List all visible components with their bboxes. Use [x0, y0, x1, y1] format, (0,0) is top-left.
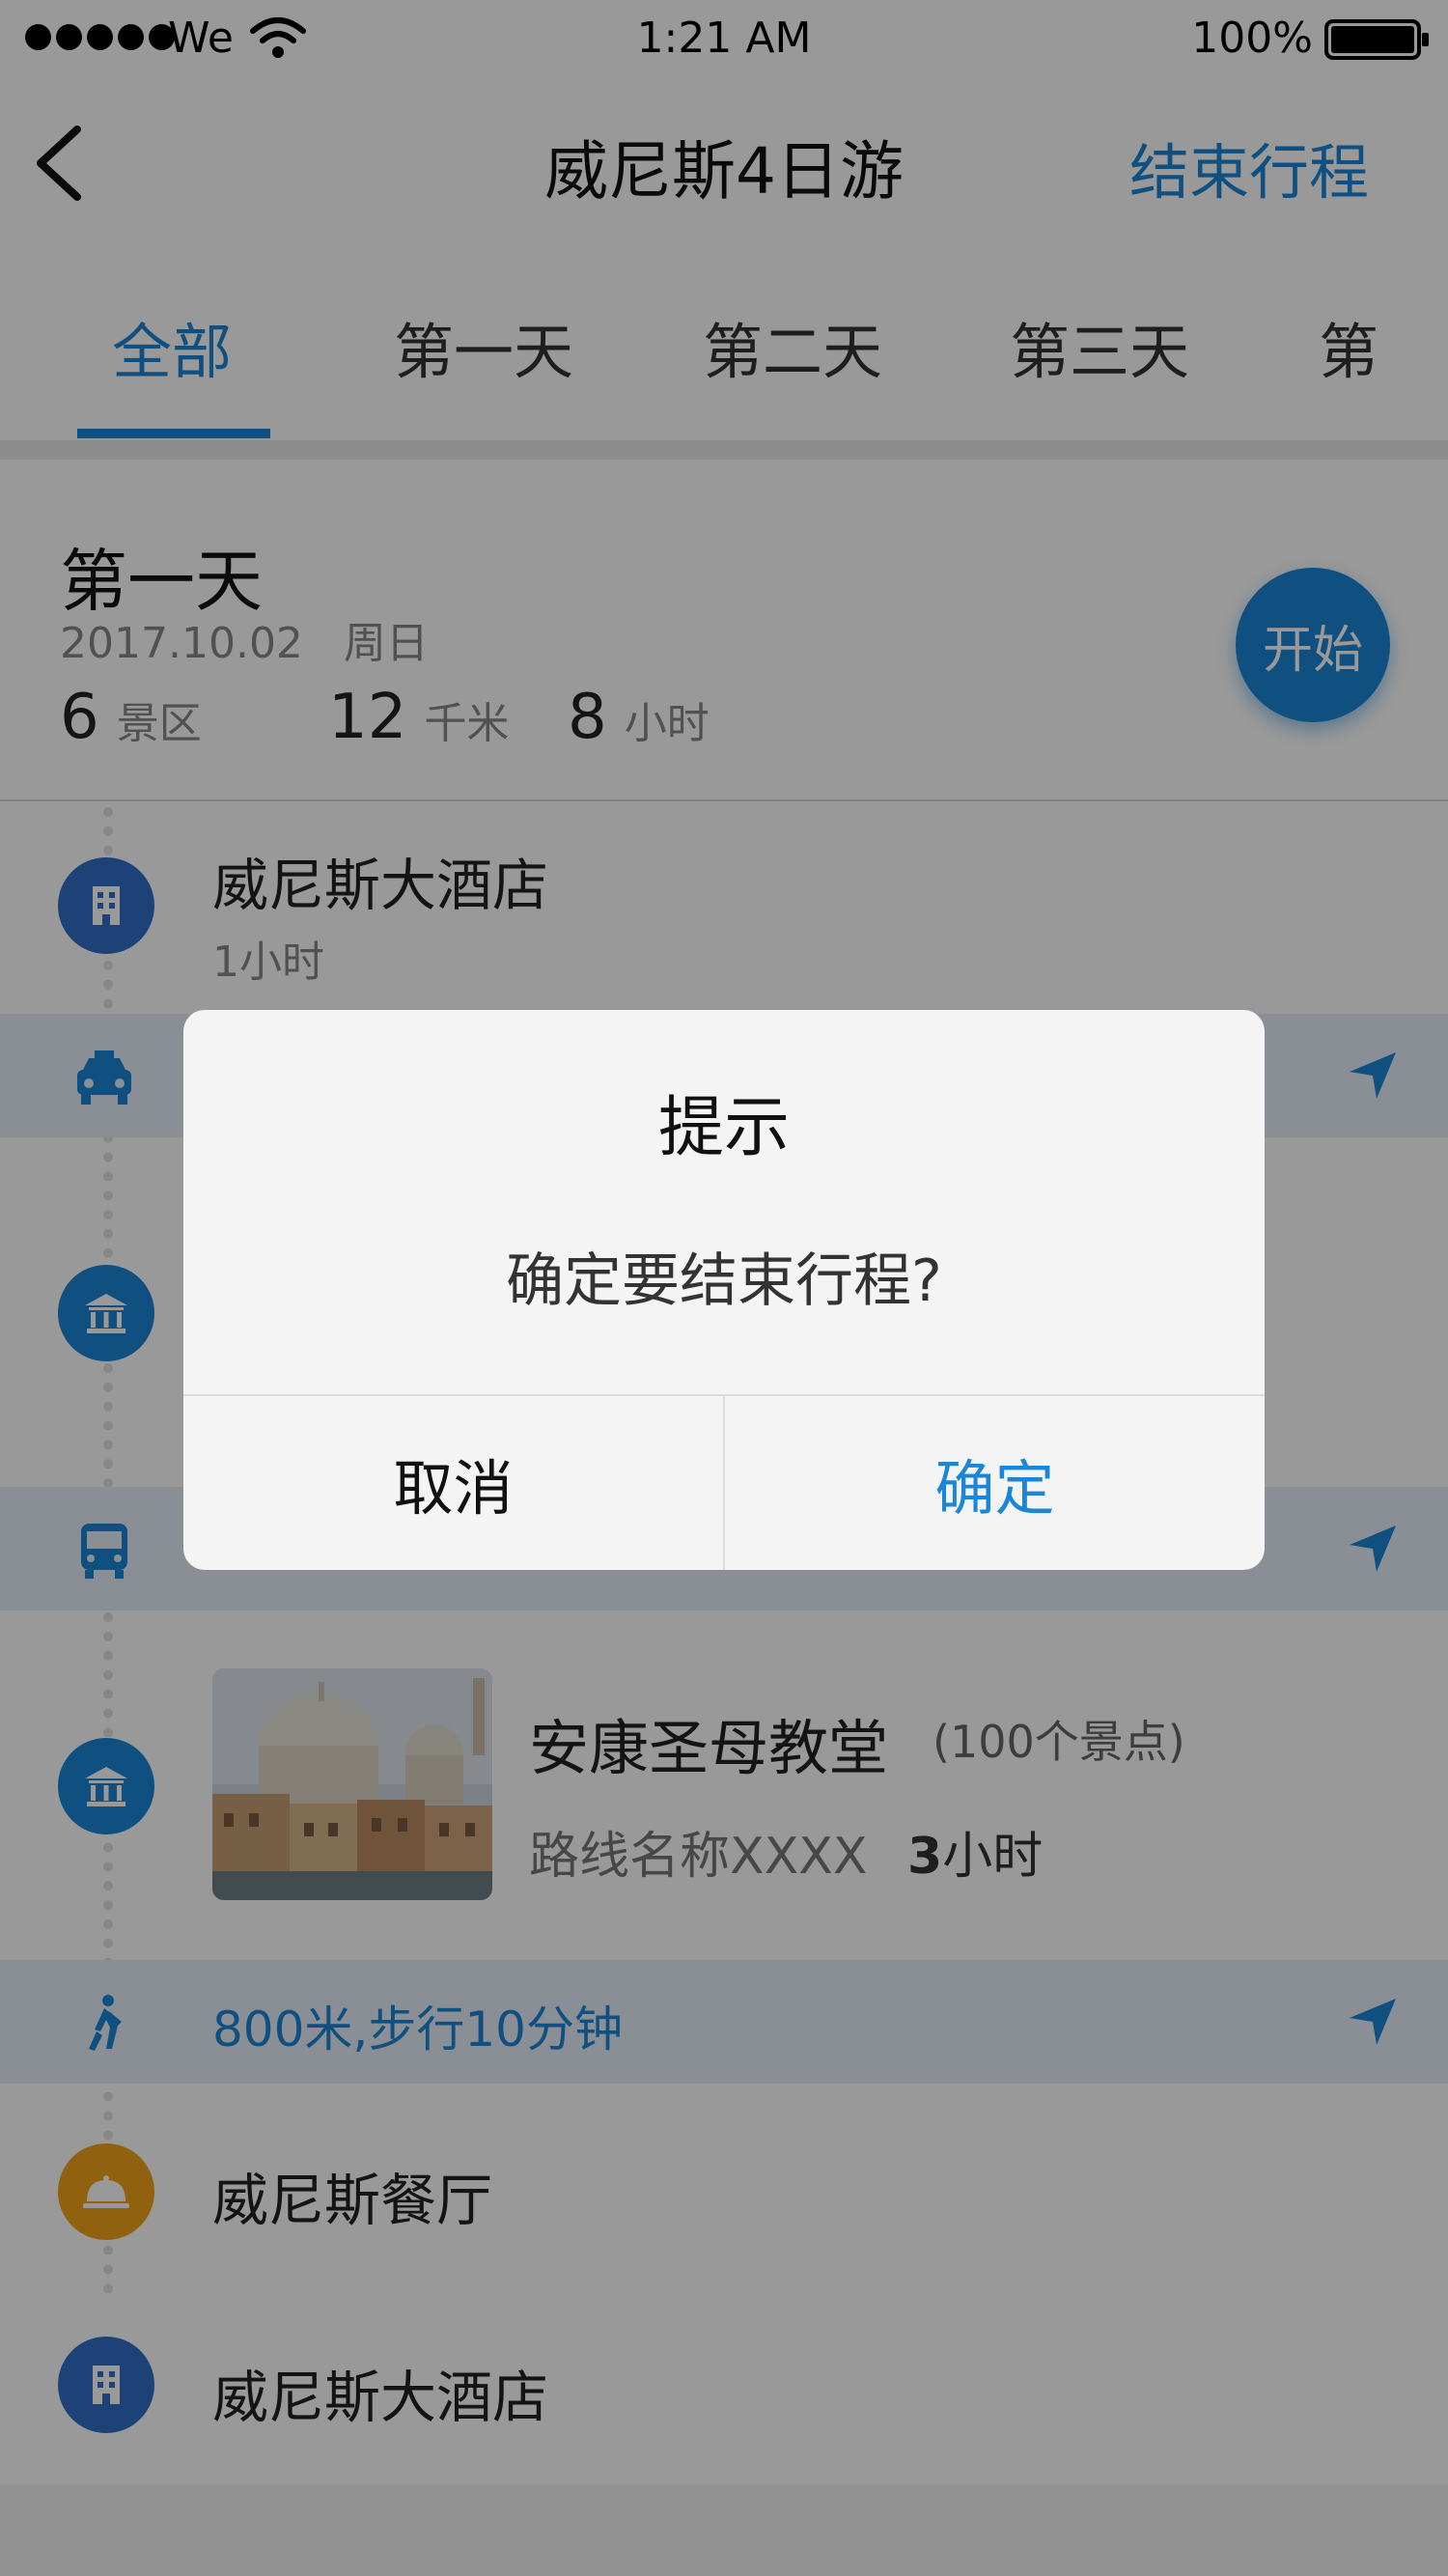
confirm-dialog: 提示 确定要结束行程? 取消 确定: [183, 1010, 1265, 1570]
dialog-title: 提示: [657, 1090, 790, 1166]
app-screen: We 1:21 AM 100% 威尼斯4日游 结束行程 全部 第一天 第二天 第…: [0, 0, 1448, 2576]
cancel-button[interactable]: 取消: [183, 1396, 723, 1570]
dialog-message: 确定要结束行程?: [506, 1247, 942, 1315]
confirm-button[interactable]: 确定: [725, 1396, 1265, 1570]
